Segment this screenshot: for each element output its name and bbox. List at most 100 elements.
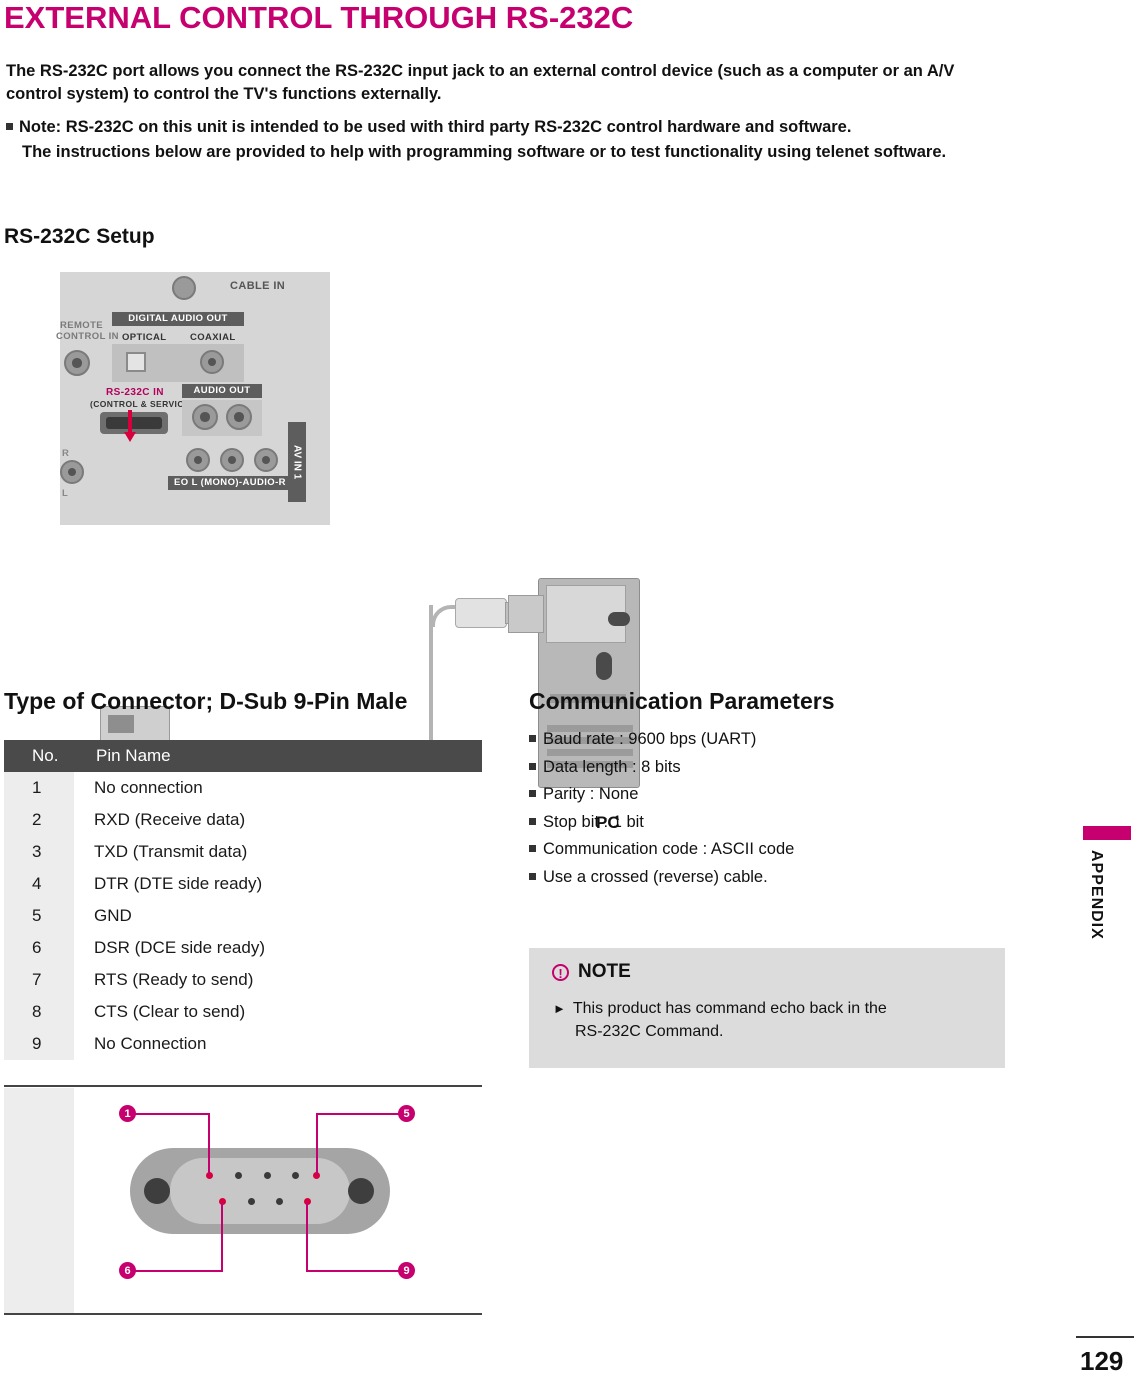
comm-param-text: Use a crossed (reverse) cable. [543, 867, 768, 886]
pin-no: 8 [4, 1002, 74, 1022]
table-row: 1 No connection [4, 772, 482, 804]
dsub-screw-hole-right [348, 1178, 374, 1204]
note-box: ! NOTE ► This product has command echo ba… [529, 948, 1005, 1068]
coaxial-jack [200, 350, 224, 374]
note-box-body: ► This product has command echo back in t… [553, 997, 983, 1043]
pin-no: 2 [4, 810, 74, 830]
connection-diagram: CABLE IN DIGITAL AUDIO OUT OPTICAL COAXI… [0, 260, 700, 887]
label-coaxial: COAXIAL [190, 332, 236, 343]
pin-no: 1 [4, 778, 74, 798]
list-item: Parity : None [529, 781, 999, 809]
dsub-lead-1-v [208, 1113, 210, 1175]
page-title: EXTERNAL CONTROL THROUGH RS-232C [4, 0, 634, 35]
intro-paragraph: The RS-232C port allows you connect the … [6, 60, 1006, 106]
intro-note: Note: RS-232C on this unit is intended t… [6, 115, 1016, 165]
remote-control-in-jack [64, 350, 90, 376]
comm-param-text: Data length : 8 bits [543, 757, 681, 776]
page-number: 129 [1080, 1346, 1124, 1376]
label-audio-out: AUDIO OUT [182, 384, 262, 398]
label-digital-audio-out: DIGITAL AUDIO OUT [112, 312, 244, 326]
pin-name: No connection [74, 772, 482, 804]
audio-out-left-jack [192, 404, 218, 430]
heading-communication-parameters: Communication Parameters [529, 688, 835, 714]
dsub-bottom-rule [4, 1313, 482, 1315]
heading-rs232c-setup: RS-232C Setup [4, 225, 155, 248]
dsub-lead-6-h [134, 1270, 222, 1272]
table-bottom-rule [4, 1085, 482, 1087]
label-l: L [62, 488, 69, 499]
audio-r-jack [254, 448, 278, 472]
pc-connector-body [508, 595, 544, 633]
pin-no: 3 [4, 842, 74, 862]
red-arrow-head-icon [124, 432, 136, 442]
bullet-square-icon [529, 762, 536, 770]
table-row: 7 RTS (Ready to send) [4, 964, 482, 996]
note-box-title: NOTE [578, 961, 631, 982]
list-item: Use a crossed (reverse) cable. [529, 864, 999, 892]
communication-parameters-list: Baud rate : 9600 bps (UART) Data length … [529, 726, 999, 891]
dsub-screw-hole-left [144, 1178, 170, 1204]
dsub-pin-3 [264, 1172, 271, 1179]
dsub-pin-2 [235, 1172, 242, 1179]
rs232c-plug-tab [108, 715, 134, 733]
tv-rear-panel: CABLE IN DIGITAL AUDIO OUT OPTICAL COAXI… [56, 272, 330, 525]
pin-no: 6 [4, 938, 74, 958]
pin-no: 7 [4, 970, 74, 990]
bullet-square-icon [529, 872, 536, 880]
dsub-lead-5-h [316, 1113, 408, 1115]
dsub-label-9: 9 [398, 1262, 415, 1279]
table-row: 2 RXD (Receive data) [4, 804, 482, 836]
appendix-tab-label: APPENDIX [1088, 850, 1105, 940]
intro-text: The RS-232C port allows you connect the … [6, 62, 955, 103]
note-box-header: ! NOTE [552, 961, 631, 983]
label-optical: OPTICAL [122, 332, 167, 343]
audio-out-right-jack [226, 404, 252, 430]
dsub-left-grey-column [4, 1088, 74, 1313]
audio-l-jack [220, 448, 244, 472]
pc-side-plug [455, 598, 507, 628]
pin-no: 5 [4, 906, 74, 926]
exclamation-icon: ! [552, 963, 569, 981]
table-row: 4 DTR (DTE side ready) [4, 868, 482, 900]
pin-table-header-no: No. [32, 746, 59, 765]
table-row: 3 TXD (Transmit data) [4, 836, 482, 868]
comm-param-text: Baud rate : 9600 bps (UART) [543, 730, 757, 748]
dsub-lead-9-h [306, 1270, 408, 1272]
comm-param-text: Communication code : ASCII code [543, 840, 795, 858]
label-remote-control-in-1: REMOTE [60, 320, 104, 331]
comm-param-text: Stop bit : 1 bit [543, 812, 644, 831]
table-row: 5 GND [4, 900, 482, 932]
r-jack [60, 460, 84, 484]
note-line-1: This product has command echo back in th… [572, 1000, 887, 1017]
dsub-label-5: 5 [398, 1105, 415, 1122]
pin-name: No Connection [74, 1028, 482, 1060]
label-video-audio: EO L (MONO)-AUDIO-R [168, 476, 296, 490]
page-root: EXTERNAL CONTROL THROUGH RS-232C The RS-… [0, 0, 1141, 1390]
pin-table-body: 1 No connection 2 RXD (Receive data) 3 T… [4, 772, 482, 1060]
note-line-2: RS-232C Command. [575, 1023, 724, 1040]
dsub-lead-1-h [134, 1113, 210, 1115]
list-item: Communication code : ASCII code [529, 836, 999, 864]
pin-no: 9 [4, 1034, 74, 1054]
intro-note-line2: The instructions below are provided to h… [22, 143, 947, 161]
dsub-lead-5-v [316, 1113, 318, 1175]
pin-name: RTS (Ready to send) [74, 964, 482, 996]
dsub-label-6: 6 [119, 1262, 136, 1279]
appendix-tab-bar [1083, 826, 1131, 840]
label-remote-control-in-2: CONTROL IN [56, 331, 119, 342]
table-row: 6 DSR (DCE side ready) [4, 932, 482, 964]
bullet-square-icon [529, 735, 536, 742]
pc-serial-port-vertical [596, 652, 612, 680]
pin-table-header-name: Pin Name [96, 746, 171, 765]
pin-name: DTR (DTE side ready) [74, 868, 482, 900]
pin-name: GND [74, 900, 482, 932]
bullet-square-icon [6, 123, 13, 130]
dsub-pin-4 [292, 1172, 299, 1179]
dsub-lead-6-v [221, 1202, 223, 1272]
label-rs232c-sub: (CONTROL & SERVICE) [90, 399, 194, 409]
pin-table: No. Pin Name 1 No connection 2 RXD (Rece… [4, 740, 482, 1060]
optical-port [126, 352, 146, 372]
table-row: 8 CTS (Clear to send) [4, 996, 482, 1028]
dsub-label-1: 1 [119, 1105, 136, 1122]
pin-no: 4 [4, 874, 74, 894]
